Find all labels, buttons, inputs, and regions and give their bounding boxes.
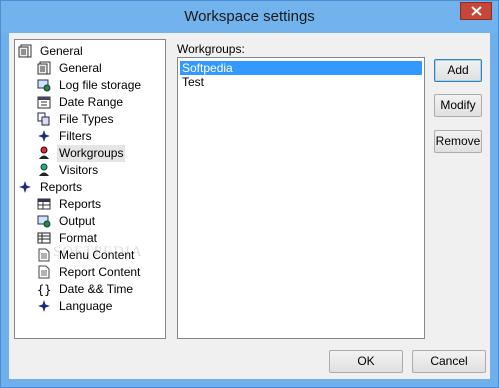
document-icon: [37, 248, 51, 262]
modify-button[interactable]: Modify: [434, 94, 482, 117]
settings-tree[interactable]: General General Log file storage Date Range…: [14, 39, 166, 339]
window-title: Workspace settings: [184, 8, 315, 25]
output-icon: [37, 214, 51, 228]
reports-star-icon: [18, 180, 32, 194]
filter-star-icon: [37, 129, 51, 143]
close-icon: [471, 6, 482, 16]
remove-button[interactable]: Remove: [434, 130, 482, 153]
tree-item-label: Date Range: [59, 95, 124, 109]
tree-item-label: Workgroups: [57, 145, 126, 162]
list-item[interactable]: Test: [180, 75, 422, 89]
tree-item-label: General: [59, 61, 102, 75]
document-icon: [37, 265, 51, 279]
settings-sheet-icon: [37, 61, 51, 75]
file-types-icon: [37, 112, 51, 126]
tree-item-label: Visitors: [59, 163, 99, 177]
tree-item-label: Reports: [40, 180, 83, 194]
tree-item-label: Log file storage: [59, 78, 142, 92]
calendar-icon: [37, 95, 51, 109]
settings-sheet-icon: [18, 44, 32, 58]
tree-item-label: Filters: [59, 129, 92, 143]
braces-icon: {}: [37, 282, 51, 297]
softpedia-watermark: SOFTPEDIA: [53, 244, 143, 260]
workgroups-label: Workgroups:: [177, 42, 245, 56]
tree-item-label: General: [40, 44, 83, 58]
title-bar[interactable]: Workspace settings: [1, 1, 498, 33]
workgroups-list[interactable]: Softpedia Test: [177, 57, 425, 339]
tree-item-label: Report Content: [59, 265, 141, 279]
dialog-client-area: General General Log file storage Date Range…: [9, 33, 490, 379]
language-star-icon: [37, 299, 51, 313]
close-button[interactable]: [460, 2, 492, 20]
storage-icon: [37, 78, 51, 92]
list-item[interactable]: Softpedia: [180, 61, 422, 75]
tree-item-label: File Types: [59, 112, 114, 126]
visitor-user-icon: [37, 163, 51, 177]
ok-button[interactable]: OK: [329, 350, 403, 373]
workspace-settings-window: Workspace settings General General Log fil…: [0, 0, 499, 388]
add-button[interactable]: Add: [434, 59, 482, 82]
tree-item-label: Reports: [59, 197, 102, 211]
cancel-button[interactable]: Cancel: [412, 350, 486, 373]
tree-item-label: Output: [59, 214, 96, 228]
report-table-icon: [37, 197, 51, 211]
format-table-icon: [37, 231, 51, 245]
tree-item-label: Language: [59, 299, 113, 313]
workgroups-user-icon: [37, 146, 51, 160]
svg-text:{}: {}: [37, 283, 51, 296]
tree-item-label: Date && Time: [59, 282, 134, 296]
